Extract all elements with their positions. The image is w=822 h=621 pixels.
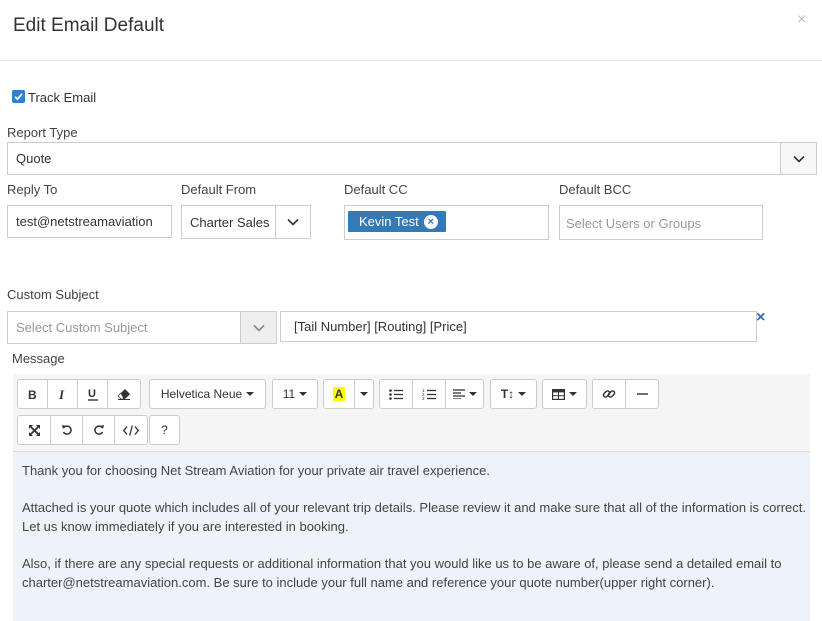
default-bcc-placeholder: Select Users or Groups <box>566 216 702 231</box>
table-group <box>542 379 587 409</box>
highlight-icon: A <box>332 387 346 401</box>
message-editor[interactable]: Thank you for choosing Net Stream Aviati… <box>13 452 810 621</box>
redo-button[interactable] <box>82 415 115 445</box>
message-paragraph: Thank you for choosing Net Stream Aviati… <box>22 463 490 478</box>
modal-title: Edit Email Default <box>13 15 165 36</box>
chevron-down-icon <box>252 324 265 332</box>
message-paragraph: Attached is your quote which includes al… <box>22 500 806 534</box>
bold-icon: B <box>28 388 37 400</box>
report-type-value: Quote <box>16 151 52 166</box>
align-dropdown[interactable] <box>445 379 484 409</box>
svg-text:3: 3 <box>422 396 425 400</box>
reply-to-value: test@netstreamaviation <box>16 214 153 229</box>
minus-icon <box>636 393 648 395</box>
default-from-value: Charter Sales <box>190 215 270 230</box>
svg-text:U: U <box>88 388 96 400</box>
fullscreen-icon <box>28 424 40 436</box>
message-label: Message <box>12 351 65 366</box>
code-view-button[interactable] <box>114 415 148 445</box>
reply-to-label: Reply To <box>7 182 58 197</box>
underline-button[interactable]: U <box>77 379 108 409</box>
editor-toolbar: B I U Helvetica Neue 11 A 1 2 3 T↕ ? <box>13 374 810 452</box>
line-height-dropdown[interactable]: T↕ <box>490 379 537 409</box>
color-group: A <box>323 379 374 409</box>
text-color-button[interactable]: A <box>323 379 355 409</box>
default-bcc-label: Default BCC <box>559 182 632 197</box>
italic-icon: I <box>58 388 65 400</box>
link-button[interactable] <box>592 379 626 409</box>
unordered-list-button[interactable] <box>379 379 413 409</box>
line-height-icon: T↕ <box>500 387 515 401</box>
caret-icon <box>468 392 477 396</box>
align-left-icon <box>452 389 465 399</box>
font-size-value: 11 <box>282 387 296 401</box>
message-paragraph: Also, if there are any special requests … <box>22 556 782 590</box>
underline-icon: U <box>87 388 98 401</box>
caret-icon <box>299 392 308 396</box>
custom-subject-select[interactable]: Select Custom Subject <box>7 311 277 344</box>
svg-text:I: I <box>58 388 65 400</box>
view-group <box>17 415 148 445</box>
track-email-label: Track Email <box>28 90 97 105</box>
remove-tag-icon[interactable]: × <box>423 214 438 229</box>
report-type-select[interactable]: Quote <box>7 142 817 175</box>
caret-icon <box>246 392 255 396</box>
color-dropdown[interactable] <box>354 379 374 409</box>
cc-tag-label: Kevin Test <box>359 214 419 229</box>
caret-icon <box>360 392 368 396</box>
clear-subject-icon[interactable]: × <box>756 309 765 327</box>
bullet-list-icon <box>389 388 403 400</box>
svg-text:B: B <box>28 388 37 400</box>
undo-icon <box>61 425 72 435</box>
eraser-button[interactable] <box>107 379 141 409</box>
paragraph-group: 123 <box>379 379 484 409</box>
font-size-group: 11 <box>272 379 318 409</box>
reply-to-input[interactable]: test@netstreamaviation <box>7 205 172 238</box>
link-icon <box>602 390 616 398</box>
font-name-dropdown[interactable]: Helvetica Neue <box>149 379 266 409</box>
custom-subject-value: [Tail Number] [Routing] [Price] <box>294 319 467 334</box>
fullscreen-button[interactable] <box>17 415 51 445</box>
table-icon <box>552 388 565 400</box>
custom-subject-input[interactable]: [Tail Number] [Routing] [Price] <box>280 311 757 342</box>
help-button[interactable]: ? <box>149 415 180 445</box>
caret-icon <box>518 392 527 396</box>
help-icon: ? <box>161 423 168 437</box>
redo-icon <box>93 425 104 435</box>
eraser-icon <box>117 389 130 400</box>
table-dropdown[interactable] <box>542 379 587 409</box>
chevron-down-icon <box>792 155 805 163</box>
default-from-chevron[interactable] <box>275 206 310 238</box>
report-type-label: Report Type <box>7 125 78 140</box>
font-size-dropdown[interactable]: 11 <box>272 379 318 409</box>
close-icon[interactable]: × <box>797 12 806 28</box>
report-type-chevron[interactable] <box>780 143 816 174</box>
numbered-list-icon: 123 <box>422 388 436 400</box>
code-icon <box>123 424 139 436</box>
default-cc-label: Default CC <box>344 182 408 197</box>
insert-group <box>592 379 659 409</box>
height-group: T↕ <box>490 379 537 409</box>
modal-header: Edit Email Default × <box>0 0 822 61</box>
ordered-list-button[interactable]: 123 <box>412 379 446 409</box>
default-bcc-input[interactable]: Select Users or Groups <box>559 205 763 240</box>
bold-button[interactable]: B <box>17 379 48 409</box>
caret-icon <box>569 392 577 396</box>
track-email-checkbox[interactable] <box>12 90 25 103</box>
font-name-value: Helvetica Neue <box>160 387 243 401</box>
default-from-label: Default From <box>181 182 257 197</box>
custom-subject-label: Custom Subject <box>7 287 99 302</box>
horizontal-rule-button[interactable] <box>625 379 659 409</box>
custom-subject-chevron[interactable] <box>240 312 276 343</box>
font-name-group: Helvetica Neue <box>149 379 266 409</box>
chevron-down-icon <box>287 218 299 226</box>
italic-button[interactable]: I <box>47 379 78 409</box>
undo-button[interactable] <box>50 415 83 445</box>
custom-subject-placeholder: Select Custom Subject <box>16 320 148 335</box>
style-group: B I U <box>17 379 141 409</box>
cc-tag: Kevin Test × <box>348 211 446 232</box>
default-from-select[interactable]: Charter Sales <box>181 205 311 239</box>
help-group: ? <box>149 415 180 445</box>
